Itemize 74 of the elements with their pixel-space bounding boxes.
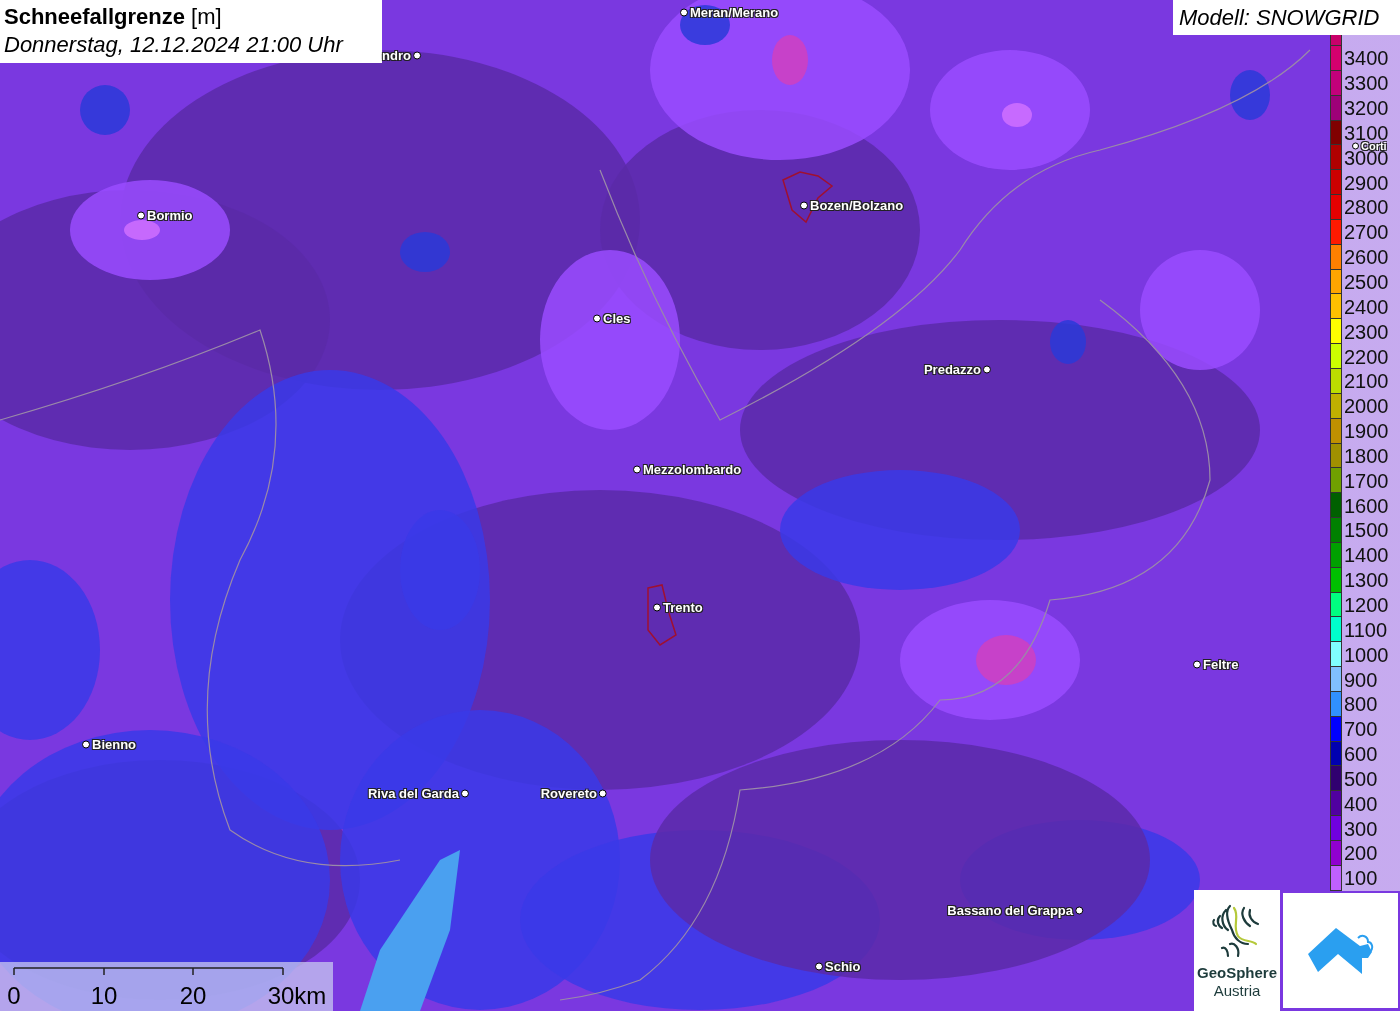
legend-label: 1900 xyxy=(1343,423,1389,440)
legend-label: 3400 xyxy=(1343,50,1389,67)
legend-label: 3100 xyxy=(1343,124,1389,141)
city-label: Schio xyxy=(825,958,861,974)
legend-label: 500 xyxy=(1343,770,1378,787)
legend-label: 1500 xyxy=(1343,522,1389,539)
map-title: Schneefallgrenze [m] xyxy=(4,3,223,31)
city-dot-icon xyxy=(82,740,90,748)
city-dot-icon xyxy=(983,365,991,373)
legend-label: 2100 xyxy=(1343,373,1389,390)
city-label: Bormio xyxy=(147,207,193,223)
legend-swatch xyxy=(1330,35,1342,46)
legend-label: 2700 xyxy=(1343,224,1389,241)
legend-label: 600 xyxy=(1343,746,1378,763)
city-label: Mezzolombardo xyxy=(643,461,742,477)
city-dot-icon xyxy=(137,211,145,219)
city-label: Meran/Merano xyxy=(690,4,779,20)
city-dot-icon xyxy=(815,962,823,970)
legend-label: 900 xyxy=(1343,671,1378,688)
logo-name: GeoSphere xyxy=(1197,964,1277,981)
legend-label: 400 xyxy=(1343,795,1378,812)
legend-label: 3000 xyxy=(1343,149,1389,166)
city-label: Feltre xyxy=(1203,656,1239,672)
logo-subtitle: Austria xyxy=(1213,981,1261,1000)
legend-label: 2200 xyxy=(1343,348,1389,365)
city-dot-icon xyxy=(413,51,421,59)
city-label: Bienno xyxy=(92,736,137,752)
city-dot-icon xyxy=(653,603,661,611)
legend-label: 300 xyxy=(1343,820,1378,837)
city-label: ndro xyxy=(382,47,411,63)
legend-label: 2900 xyxy=(1343,174,1389,191)
map-date: Donnerstag, 12.12.2024 21:00 Uhr xyxy=(4,31,345,59)
legend-label: 2400 xyxy=(1343,298,1389,315)
legend-label: 2800 xyxy=(1343,199,1389,216)
legend-label: 1000 xyxy=(1343,646,1389,663)
app-logo-icon xyxy=(1307,925,1374,976)
city-dot-icon xyxy=(461,789,469,797)
city-dot-icon xyxy=(1193,660,1201,668)
city-dot-icon xyxy=(593,314,601,322)
city-label: Riva del Garda xyxy=(367,785,459,801)
legend-label: 2500 xyxy=(1343,274,1389,290)
city-dot-icon xyxy=(680,8,688,16)
legend-label: 800 xyxy=(1343,696,1378,713)
legend-label: 1600 xyxy=(1343,497,1389,514)
scale-label: 0 xyxy=(7,982,21,1010)
city-label: Rovereto xyxy=(540,785,597,801)
legend-label: 100 xyxy=(1343,870,1378,887)
legend-label: 3300 xyxy=(1343,75,1389,92)
model-label: Modell: SNOWGRID xyxy=(1173,0,1400,35)
legend-label: 1300 xyxy=(1343,572,1389,589)
city-dot-icon xyxy=(1075,906,1083,914)
city-label: Trento xyxy=(663,599,703,615)
city-label: Bassano del Grappa xyxy=(947,902,1073,918)
legend-label: 3200 xyxy=(1343,100,1389,117)
legend-label: 200 xyxy=(1343,845,1378,862)
legend-label: 1700 xyxy=(1343,472,1389,489)
legend-label: 1400 xyxy=(1343,547,1389,564)
city-label: Cles xyxy=(603,310,631,326)
city-label: Corti xyxy=(1361,141,1387,150)
legend-label: 2000 xyxy=(1343,398,1389,415)
city-dot-icon xyxy=(800,201,808,209)
legend-label: 1100 xyxy=(1343,621,1387,638)
city-dot-icon xyxy=(633,465,641,473)
city-dot-icon xyxy=(1352,142,1359,149)
legend-label: 2300 xyxy=(1343,323,1389,340)
city-dot-icon xyxy=(599,789,607,797)
scale-label: 10 xyxy=(90,982,118,1010)
city-label: Predazzo xyxy=(923,361,981,377)
legend-label: 700 xyxy=(1343,721,1378,738)
legend-label: 1200 xyxy=(1343,597,1389,613)
scale-label: 30km xyxy=(267,982,327,1010)
legend-label: 2600 xyxy=(1343,249,1389,266)
scale-label: 20 xyxy=(179,982,207,1010)
legend-label: 1800 xyxy=(1343,447,1389,464)
